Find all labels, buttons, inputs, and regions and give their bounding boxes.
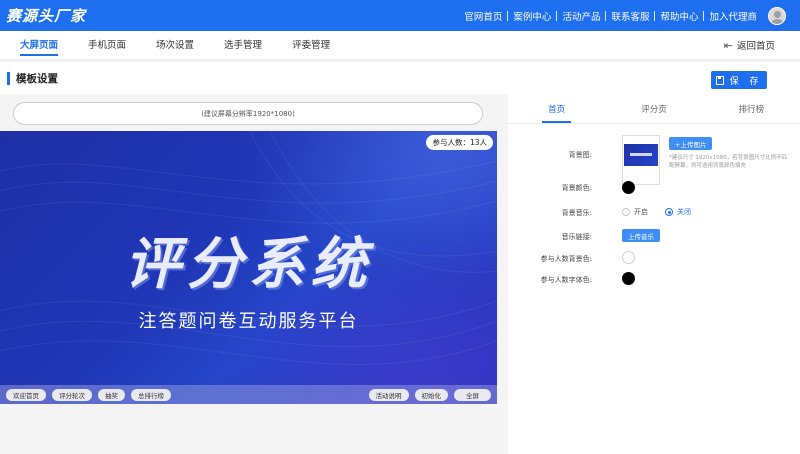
- footer-right-group: 活动说明 初始化 全屏: [368, 388, 491, 401]
- nav-agent[interactable]: 加入代理商: [704, 9, 762, 23]
- participant-font-swatch[interactable]: [622, 272, 635, 285]
- preview-panel: (建议屏幕分辨率1920*1080) 参与人数：13人 评分系统 注答题问卷互动…: [0, 94, 508, 454]
- back-home-label: 返回首页: [736, 41, 775, 52]
- nav-cases[interactable]: 案例中心: [508, 9, 556, 23]
- bg-color-label: 背景颜色:: [561, 184, 592, 192]
- nav-help[interactable]: 帮助中心: [655, 9, 703, 23]
- screen-subtitle: 注答题问卷互动服务平台: [138, 311, 359, 332]
- music-on-radio[interactable]: 开启: [622, 207, 648, 217]
- upload-music-button[interactable]: 上传音乐: [622, 229, 660, 242]
- big-screen-preview: 参与人数：13人 评分系统 注答题问卷互动服务平台 欢迎首页 评分轮次 抽奖 总…: [0, 131, 497, 404]
- top-nav: 官网首页 案例中心 活动产品 联系客服 帮助中心 加入代理商: [459, 6, 792, 25]
- save-label: 保 存: [729, 76, 763, 87]
- lottery-button[interactable]: 抽奖: [98, 388, 125, 401]
- settings-panel: 首页 评分页 排行榜 背景图: +上传图片 *建议尺寸 1920x1080，若背…: [508, 94, 800, 454]
- upload-image-button[interactable]: +上传图片: [669, 137, 713, 150]
- tab-judges[interactable]: 评委管理: [277, 31, 345, 60]
- participant-count-badge: 参与人数：13人: [426, 135, 493, 150]
- music-off-radio[interactable]: 关闭: [665, 207, 691, 217]
- initialize-button[interactable]: 初始化: [414, 388, 448, 401]
- settings-tab-ranking[interactable]: 排行榜: [703, 94, 800, 123]
- screen-main-title: 评分系统: [124, 232, 373, 297]
- page-tabs: 大屏页面 手机页面 场次设置 选手管理 评委管理 ⇤ 返回首页: [0, 31, 800, 60]
- save-button[interactable]: 保 存: [711, 71, 767, 89]
- music-off-label: 关闭: [677, 208, 691, 216]
- brand-logo[interactable]: 赛源头厂家: [0, 5, 86, 26]
- participant-font-label: 参与人数字体色:: [540, 276, 592, 284]
- radio-circle: [622, 208, 630, 216]
- nav-home[interactable]: 官网首页: [459, 9, 507, 23]
- tab-session-settings[interactable]: 场次设置: [141, 31, 209, 60]
- user-avatar[interactable]: [768, 6, 786, 25]
- settings-tab-home[interactable]: 首页: [508, 94, 605, 123]
- participant-bg-label: 参与人数背景色:: [540, 255, 592, 263]
- bg-music-label: 背景音乐:: [561, 209, 592, 217]
- bg-image-preview: [624, 144, 658, 166]
- back-arrow-icon: ⇤: [723, 38, 733, 52]
- settings-tab-scoring[interactable]: 评分页: [605, 94, 702, 123]
- bg-image-thumbnail[interactable]: [622, 135, 660, 185]
- scoring-round-button[interactable]: 评分轮次: [52, 388, 92, 401]
- screen-footer-bar: 欢迎首页 评分轮次 抽奖 总排行榜 活动说明 初始化 全屏: [0, 385, 497, 404]
- tab-big-screen[interactable]: 大屏页面: [0, 31, 73, 60]
- nav-support[interactable]: 联系客服: [606, 9, 654, 23]
- section-accent-bar: [7, 71, 10, 85]
- tab-mobile[interactable]: 手机页面: [73, 31, 141, 60]
- nav-products[interactable]: 活动产品: [557, 9, 605, 23]
- event-info-button[interactable]: 活动说明: [368, 388, 409, 401]
- bg-color-swatch[interactable]: [622, 181, 635, 194]
- bg-image-label: 背景图:: [568, 151, 592, 159]
- save-icon: [715, 75, 724, 85]
- section-title: 模板设置: [16, 72, 58, 85]
- section-header: 模板设置 保 存: [0, 62, 800, 94]
- upload-hint: *建议尺寸 1920x1080，若背景图尺寸比例不匹配屏幕，则可选用背景颜色填充: [669, 155, 788, 169]
- welcome-page-button[interactable]: 欢迎首页: [6, 388, 46, 401]
- radio-circle: [665, 208, 673, 216]
- tab-contestants[interactable]: 选手管理: [209, 31, 277, 60]
- participant-bg-swatch[interactable]: [622, 251, 635, 264]
- music-on-label: 开启: [634, 208, 648, 216]
- settings-tabs: 首页 评分页 排行榜: [508, 94, 800, 124]
- back-home-link[interactable]: ⇤ 返回首页: [723, 38, 775, 53]
- fullscreen-button[interactable]: 全屏: [454, 388, 491, 401]
- resolution-hint: (建议屏幕分辨率1920*1080): [13, 102, 483, 125]
- music-link-label: 音乐链接:: [561, 233, 592, 241]
- leaderboard-button[interactable]: 总排行榜: [131, 388, 171, 401]
- top-header: 赛源头厂家 官网首页 案例中心 活动产品 联系客服 帮助中心 加入代理商: [0, 0, 800, 31]
